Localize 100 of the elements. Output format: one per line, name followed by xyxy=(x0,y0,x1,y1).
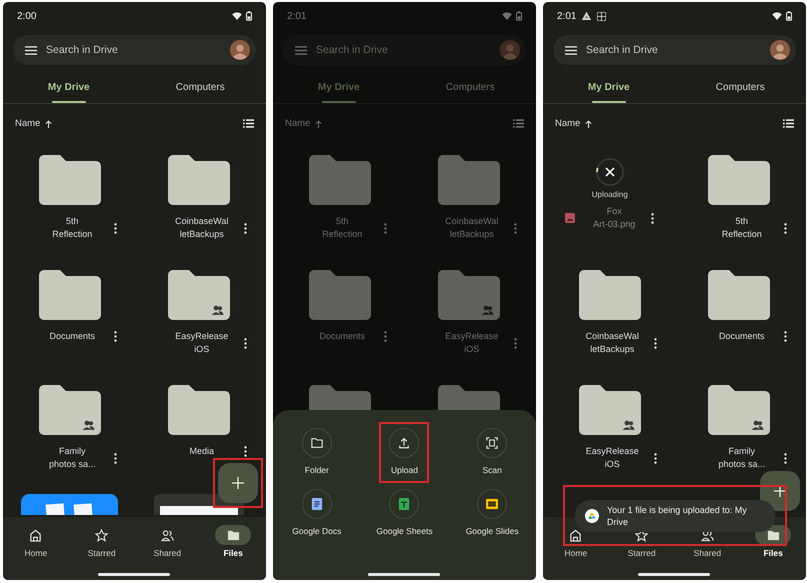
arrow-up-icon xyxy=(315,120,322,128)
star-icon xyxy=(95,528,108,542)
avatar-icon[interactable] xyxy=(230,40,250,60)
plus-icon xyxy=(232,477,244,489)
menu-icon[interactable] xyxy=(25,46,37,54)
nav-item[interactable]: Home xyxy=(543,525,609,558)
status-time: 2:01 xyxy=(287,10,306,22)
battery-icon xyxy=(516,11,522,21)
sort-button[interactable]: Name xyxy=(15,118,52,129)
folder-name: 5th Reflection xyxy=(720,215,763,241)
avatar-icon[interactable] xyxy=(770,40,790,60)
more-options-icon[interactable] xyxy=(651,212,654,224)
sort-button[interactable]: Name xyxy=(555,118,592,129)
drive-logo-icon xyxy=(585,508,599,522)
folder-outline-icon xyxy=(310,437,323,449)
tab[interactable]: My Drive xyxy=(543,71,674,103)
folder-icon[interactable] xyxy=(38,155,101,205)
notification-text: Your 1 file is being uploaded to: My Drive xyxy=(607,504,748,528)
more-options-icon[interactable] xyxy=(784,222,787,234)
spreadsheet-icon xyxy=(398,498,410,510)
folder-icon[interactable] xyxy=(708,270,770,320)
folder-name: 5th Reflection xyxy=(51,215,94,241)
nav-item[interactable]: Home xyxy=(3,525,69,558)
sort-button[interactable]: Name xyxy=(285,118,322,129)
folder-icon xyxy=(766,528,780,542)
folder-icon[interactable] xyxy=(168,385,230,435)
folder-icon[interactable] xyxy=(168,155,230,205)
folder-icon[interactable] xyxy=(38,270,101,320)
more-options-icon[interactable] xyxy=(114,331,118,342)
more-options-icon[interactable] xyxy=(784,452,787,464)
wifi-icon xyxy=(772,12,782,20)
create-option[interactable]: Google Docs xyxy=(282,483,352,544)
list-view-icon[interactable] xyxy=(243,119,254,128)
nav-item[interactable]: Starred xyxy=(68,525,134,558)
photo-thumbnail[interactable] xyxy=(21,494,118,515)
folder-name: Family photos sa... xyxy=(717,445,766,471)
shared-folder-icon[interactable] xyxy=(578,385,641,435)
folder-name: EasyRelease iOS xyxy=(174,330,230,356)
tab[interactable]: Computers xyxy=(674,71,806,103)
shared-folder-icon[interactable] xyxy=(708,385,770,435)
create-option[interactable]: Upload xyxy=(379,422,430,483)
more-options-icon[interactable] xyxy=(654,338,658,348)
menu-icon[interactable] xyxy=(565,46,577,54)
folder-name: CoinbaseWal letBackups xyxy=(584,330,640,356)
wifi-icon xyxy=(502,12,512,20)
slides-icon xyxy=(486,498,498,510)
home-icon xyxy=(29,528,42,542)
image-file-icon xyxy=(565,213,576,223)
folder-icon[interactable] xyxy=(578,270,641,320)
status-time: 2:00 xyxy=(17,10,36,22)
shared-folder-icon[interactable] xyxy=(168,270,230,320)
nav-item[interactable]: Starred xyxy=(608,525,674,558)
document-icon xyxy=(310,498,323,510)
nav-item[interactable]: Shared xyxy=(134,525,200,558)
plus-icon xyxy=(774,485,786,497)
folder-name: Documents xyxy=(718,330,766,343)
list-view-icon[interactable] xyxy=(783,119,794,128)
battery-icon xyxy=(246,11,252,21)
search-field[interactable]: Search in Drive xyxy=(553,35,796,65)
battery-icon xyxy=(786,11,792,21)
folder-name: CoinbaseWal letBackups xyxy=(174,215,230,241)
status-time: 2:01 xyxy=(557,10,576,22)
more-options-icon[interactable] xyxy=(114,222,118,234)
shared-folder-icon[interactable] xyxy=(38,385,101,435)
tab[interactable]: Computers xyxy=(134,71,266,103)
nav-item[interactable]: Files xyxy=(200,525,266,558)
home-indicator xyxy=(638,573,710,576)
nav-item[interactable]: Shared xyxy=(674,525,740,558)
upload-status: Uploading xyxy=(592,190,628,199)
home-icon xyxy=(569,528,582,542)
folder-name: EasyRelease iOS xyxy=(584,445,640,471)
more-options-icon[interactable] xyxy=(784,331,787,342)
people-icon xyxy=(160,528,174,542)
search-field[interactable]: Search in Drive xyxy=(13,35,256,65)
folder-name: Documents xyxy=(318,330,366,343)
folder-name: Family photos sa... xyxy=(48,445,97,471)
more-options-icon[interactable] xyxy=(244,222,247,234)
create-option[interactable]: Google Slides xyxy=(456,483,529,544)
create-option[interactable]: Google Sheets xyxy=(366,483,443,544)
arrow-up-icon xyxy=(45,120,52,128)
home-indicator xyxy=(98,573,170,576)
tab[interactable]: My Drive xyxy=(3,71,134,103)
upload-icon xyxy=(398,437,410,449)
folder-name: EasyRelease iOS xyxy=(444,330,500,356)
folder-name: Documents xyxy=(48,330,96,343)
more-options-icon[interactable] xyxy=(114,452,118,464)
folder-icon xyxy=(226,528,240,542)
folder-name: 5th Reflection xyxy=(321,215,364,241)
folder-icon[interactable] xyxy=(708,155,770,205)
scan-icon xyxy=(486,437,498,449)
folder-name: CoinbaseWal letBackups xyxy=(444,215,500,241)
arrow-up-icon xyxy=(585,120,592,128)
wifi-icon xyxy=(232,12,242,20)
more-options-icon[interactable] xyxy=(244,338,247,348)
file-name: Fox Art-03.png xyxy=(592,205,636,231)
create-option[interactable]: Scan xyxy=(467,422,518,483)
more-options-icon[interactable] xyxy=(654,452,658,464)
more-options-icon[interactable] xyxy=(244,446,247,457)
folder-name: Media xyxy=(188,445,215,458)
create-option[interactable]: Folder xyxy=(292,422,342,483)
